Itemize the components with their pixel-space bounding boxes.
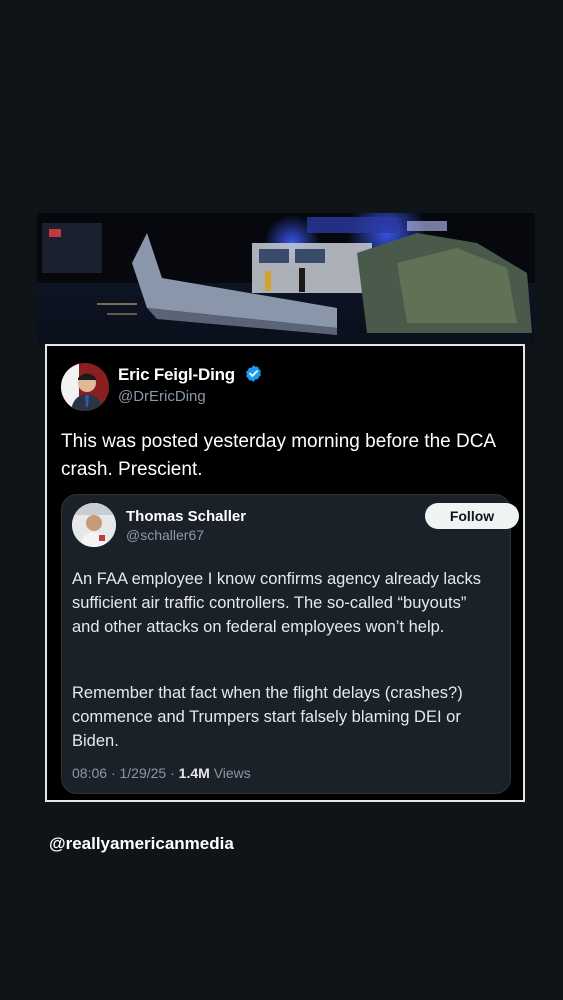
meta-separator: ·: [110, 765, 120, 781]
watermark-handle: @reallyamericanmedia: [49, 834, 234, 853]
verified-badge-icon: [244, 364, 263, 388]
views-label: Views: [213, 765, 251, 781]
quoted-text-paragraph-2: Remember that fact when the flight delay…: [72, 684, 463, 750]
quoted-text-paragraph-1: An FAA employee I know confirms agency a…: [72, 570, 482, 636]
tweet-card[interactable]: Eric Feigl-Ding @DrEricDing This was pos…: [45, 344, 525, 802]
meta-separator: ·: [170, 765, 179, 781]
author-avatar[interactable]: [61, 363, 109, 411]
follow-button[interactable]: Follow: [425, 503, 519, 529]
author-name[interactable]: Eric Feigl-Ding: [118, 364, 263, 388]
quoted-author-avatar[interactable]: [72, 503, 116, 547]
author-name-text[interactable]: Eric Feigl-Ding: [118, 365, 235, 384]
tweet-date[interactable]: 1/29/25: [120, 765, 167, 781]
crash-scene-photo: [37, 213, 535, 345]
author-handle[interactable]: @DrEricDing: [118, 388, 206, 405]
quoted-tweet[interactable]: Thomas Schaller @schaller67 Follow An FA…: [61, 494, 519, 794]
quoted-author-handle[interactable]: @schaller67: [126, 527, 204, 543]
tweet-time[interactable]: 08:06: [72, 765, 107, 781]
tweet-metadata: 08:06 · 1/29/25 · 1.4M Views: [72, 765, 251, 781]
tweet-text: This was posted yesterday morning before…: [61, 431, 496, 480]
quoted-author-name[interactable]: Thomas Schaller: [126, 508, 246, 525]
views-count: 1.4M: [178, 765, 210, 781]
